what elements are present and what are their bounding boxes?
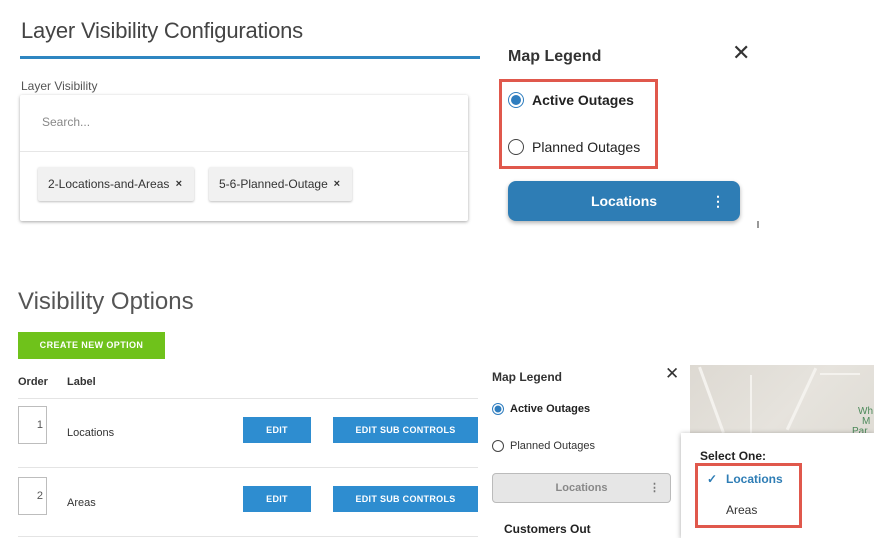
create-new-option-button[interactable]: CREATE NEW OPTION bbox=[18, 332, 165, 359]
divider bbox=[18, 398, 478, 399]
customers-out-label: Customers Out bbox=[504, 522, 591, 536]
map-road bbox=[698, 366, 725, 434]
remove-chip-icon[interactable]: × bbox=[334, 178, 340, 190]
scroll-marker bbox=[757, 221, 759, 228]
layer-visibility-label: Layer Visibility bbox=[21, 79, 98, 93]
divider bbox=[18, 467, 478, 468]
page-title: Layer Visibility Configurations bbox=[21, 18, 303, 43]
divider bbox=[18, 536, 478, 537]
close-icon[interactable]: ✕ bbox=[665, 364, 679, 384]
map-legend-title: Map Legend bbox=[508, 48, 602, 65]
map-road bbox=[750, 375, 752, 435]
option-label: Locations bbox=[67, 427, 115, 439]
map-legend-title: Map Legend bbox=[492, 370, 563, 384]
dropdown-option-areas[interactable]: Areas bbox=[726, 503, 757, 517]
layer-chip: 2-Locations-and-Areas × bbox=[38, 167, 194, 201]
map-road bbox=[785, 367, 818, 431]
close-icon[interactable]: ✕ bbox=[732, 40, 750, 66]
edit-button[interactable]: EDIT bbox=[243, 486, 311, 512]
option-label: Areas bbox=[67, 497, 96, 509]
remove-chip-icon[interactable]: × bbox=[176, 178, 182, 190]
locations-button[interactable]: Locations ⋮ bbox=[508, 181, 740, 221]
active-outages-radio[interactable] bbox=[508, 92, 524, 108]
section-title: Visibility Options bbox=[18, 288, 194, 315]
label-column-header: Label bbox=[67, 376, 96, 388]
layer-chip: 5-6-Planned-Outage × bbox=[209, 167, 352, 201]
layer-visibility-selector: Search... 2-Locations-and-Areas × 5-6-Pl… bbox=[20, 95, 468, 221]
edit-button[interactable]: EDIT bbox=[243, 417, 311, 443]
order-column-header: Order bbox=[18, 376, 48, 388]
planned-outages-label[interactable]: Planned Outages bbox=[532, 139, 640, 155]
divider bbox=[20, 151, 468, 152]
active-outages-label[interactable]: Active Outages bbox=[510, 403, 590, 415]
locations-button[interactable]: Locations ⋮ bbox=[492, 473, 671, 503]
more-vert-icon[interactable]: ⋮ bbox=[711, 191, 725, 211]
title-underline bbox=[20, 56, 480, 59]
planned-outages-radio[interactable] bbox=[492, 440, 504, 452]
dropdown-heading: Select One: bbox=[700, 449, 767, 463]
edit-sub-controls-button[interactable]: EDIT SUB CONTROLS bbox=[333, 486, 478, 512]
order-input[interactable]: 1 bbox=[18, 406, 47, 444]
layer-chip-label: 2-Locations-and-Areas bbox=[48, 177, 170, 191]
order-input[interactable]: 2 bbox=[18, 477, 47, 515]
locations-button-label: Locations bbox=[555, 482, 608, 494]
more-vert-icon[interactable]: ⋮ bbox=[649, 481, 660, 494]
edit-sub-controls-button[interactable]: EDIT SUB CONTROLS bbox=[333, 417, 478, 443]
active-outages-label[interactable]: Active Outages bbox=[532, 92, 634, 108]
layer-search-input[interactable]: Search... bbox=[42, 115, 90, 129]
dropdown-option-locations[interactable]: Locations bbox=[726, 472, 783, 486]
planned-outages-radio[interactable] bbox=[508, 139, 524, 155]
planned-outages-label[interactable]: Planned Outages bbox=[510, 440, 595, 452]
check-icon: ✓ bbox=[707, 472, 718, 486]
locations-button-label: Locations bbox=[590, 193, 658, 209]
map-road bbox=[820, 373, 860, 375]
layer-chip-label: 5-6-Planned-Outage bbox=[219, 177, 328, 191]
active-outages-radio[interactable] bbox=[492, 403, 504, 415]
